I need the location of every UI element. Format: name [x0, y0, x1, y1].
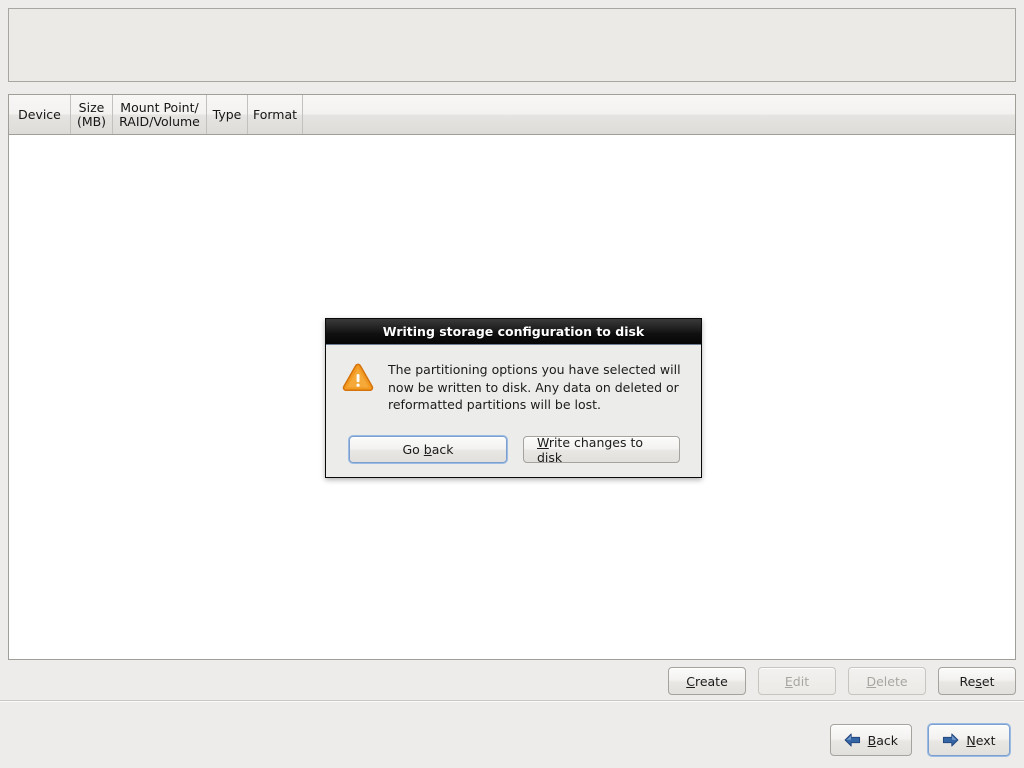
- next-label-rest: ext: [975, 732, 996, 748]
- back-label-rest: ack: [876, 732, 898, 748]
- next-mnemonic: N: [966, 732, 976, 748]
- column-header-format[interactable]: Format: [248, 95, 303, 134]
- create-button[interactable]: Create: [668, 667, 746, 695]
- arrow-right-icon: [942, 733, 959, 747]
- dialog-titlebar: Writing storage configuration to disk: [326, 319, 701, 345]
- nav-separator: [0, 700, 1024, 702]
- reset-button-label: Reset: [960, 674, 995, 689]
- back-button[interactable]: Back: [829, 724, 912, 756]
- column-header-device[interactable]: Device: [9, 95, 71, 134]
- delete-mnemonic: D: [866, 673, 877, 689]
- delete-button-label: Delete: [866, 674, 907, 689]
- go-back-label-rest: ack: [431, 442, 454, 457]
- dialog-title: Writing storage configuration to disk: [382, 324, 645, 339]
- go-back-button[interactable]: Go back: [349, 436, 507, 463]
- delete-label-rest: elete: [876, 673, 908, 689]
- reset-label-pre: Re: [959, 673, 976, 689]
- column-header-mount-point[interactable]: Mount Point/ RAID/Volume: [113, 95, 207, 134]
- back-mnemonic: B: [867, 732, 877, 748]
- write-changes-button-label: Write changes to disk: [537, 435, 666, 465]
- warning-triangle-icon: [342, 361, 374, 414]
- delete-button[interactable]: Delete: [848, 667, 926, 695]
- back-button-label: Back: [868, 733, 898, 748]
- nav-button-row: Back Next: [0, 720, 1024, 760]
- edit-button[interactable]: Edit: [758, 667, 836, 695]
- table-header-row: Device Size (MB) Mount Point/ RAID/Volum…: [9, 95, 1015, 135]
- write-changes-to-disk-button[interactable]: Write changes to disk: [523, 435, 680, 465]
- action-button-row: Create Edit Delete Reset: [8, 666, 1016, 696]
- drive-graphic-panel: [8, 8, 1016, 82]
- column-header-type[interactable]: Type: [207, 95, 248, 134]
- write-storage-config-dialog: Writing storage configuration to disk Th…: [325, 318, 702, 478]
- go-back-label-pre: Go: [402, 442, 424, 457]
- create-mnemonic: C: [686, 673, 695, 689]
- edit-label-rest: dit: [792, 673, 810, 689]
- dialog-content: The partitioning options you have select…: [326, 345, 701, 414]
- write-changes-mnemonic: W: [537, 434, 549, 450]
- next-button-label: Next: [966, 733, 995, 748]
- dialog-message: The partitioning options you have select…: [388, 362, 681, 412]
- reset-button[interactable]: Reset: [938, 667, 1016, 695]
- edit-mnemonic: E: [784, 673, 793, 689]
- go-back-mnemonic: b: [423, 442, 432, 457]
- dialog-button-row: Go back Write changes to disk: [326, 435, 703, 465]
- arrow-left-icon: [844, 733, 861, 747]
- edit-button-label: Edit: [785, 674, 809, 689]
- next-button[interactable]: Next: [928, 724, 1010, 756]
- column-header-size[interactable]: Size (MB): [71, 95, 113, 134]
- create-label-rest: reate: [694, 673, 728, 689]
- go-back-button-label: Go back: [402, 442, 453, 457]
- column-header-filler: [303, 95, 1015, 134]
- create-button-label: Create: [686, 674, 728, 689]
- write-changes-label-rest: rite changes to disk: [537, 434, 644, 465]
- reset-label-rest: et: [981, 673, 995, 689]
